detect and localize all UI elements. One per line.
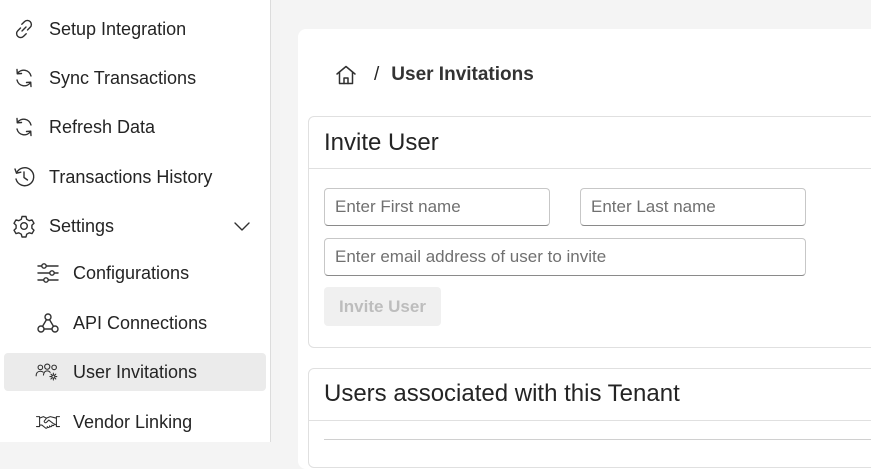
breadcrumb-current: User Invitations: [391, 64, 534, 85]
sidebar-item-label: Transactions History: [49, 166, 213, 187]
sidebar-item-vendor-linking[interactable]: Vendor Linking: [4, 403, 266, 441]
sidebar-item-sync-transactions[interactable]: Sync Transactions: [4, 59, 266, 97]
webhook-icon: [35, 310, 61, 336]
sidebar-item-settings[interactable]: Settings: [4, 207, 266, 245]
invite-user-button[interactable]: Invite User: [324, 287, 441, 326]
panel-title: Users associated with this Tenant: [324, 380, 680, 407]
sidebar-item-label: Refresh Data: [49, 116, 156, 137]
panel-divider: [309, 168, 871, 169]
panel-divider: [309, 420, 871, 421]
sidebar-item-configurations[interactable]: Configurations: [4, 254, 266, 292]
refresh-icon: [11, 114, 37, 140]
users-panel: Users associated with this Tenant: [308, 368, 871, 468]
people-settings-icon: [35, 359, 61, 385]
handshake-icon: [35, 409, 61, 435]
gear-icon: [11, 213, 37, 239]
history-icon: [11, 164, 37, 190]
home-icon[interactable]: [334, 63, 358, 87]
sidebar-item-transactions-history[interactable]: Transactions History: [4, 158, 266, 196]
chevron-down-icon: [232, 216, 252, 236]
sliders-icon: [35, 260, 61, 286]
sidebar-item-label: Setup Integration: [49, 18, 187, 39]
sidebar-item-api-connections[interactable]: API Connections: [4, 304, 266, 342]
breadcrumb-separator: /: [374, 64, 380, 85]
sidebar-item-label: Settings: [49, 215, 115, 236]
sidebar-item-label: API Connections: [73, 312, 208, 333]
email-input[interactable]: [324, 238, 806, 276]
sidebar: Setup Integration Sync Transactions Refr…: [0, 0, 271, 442]
sidebar-item-label: User Invitations: [73, 361, 198, 382]
sidebar-item-user-invitations[interactable]: User Invitations: [4, 353, 266, 391]
table-top-border: [324, 439, 871, 440]
sidebar-item-label: Vendor Linking: [73, 411, 193, 432]
sidebar-item-setup-integration[interactable]: Setup Integration: [4, 10, 266, 48]
link-icon: [11, 16, 37, 42]
sync-icon: [11, 65, 37, 91]
panel-title: Invite User: [324, 129, 439, 156]
sidebar-item-refresh-data[interactable]: Refresh Data: [4, 108, 266, 146]
sidebar-item-label: Sync Transactions: [49, 67, 197, 88]
first-name-input[interactable]: [324, 188, 550, 226]
last-name-input[interactable]: [580, 188, 806, 226]
sidebar-item-label: Configurations: [73, 262, 190, 283]
breadcrumb: / User Invitations: [334, 62, 534, 88]
